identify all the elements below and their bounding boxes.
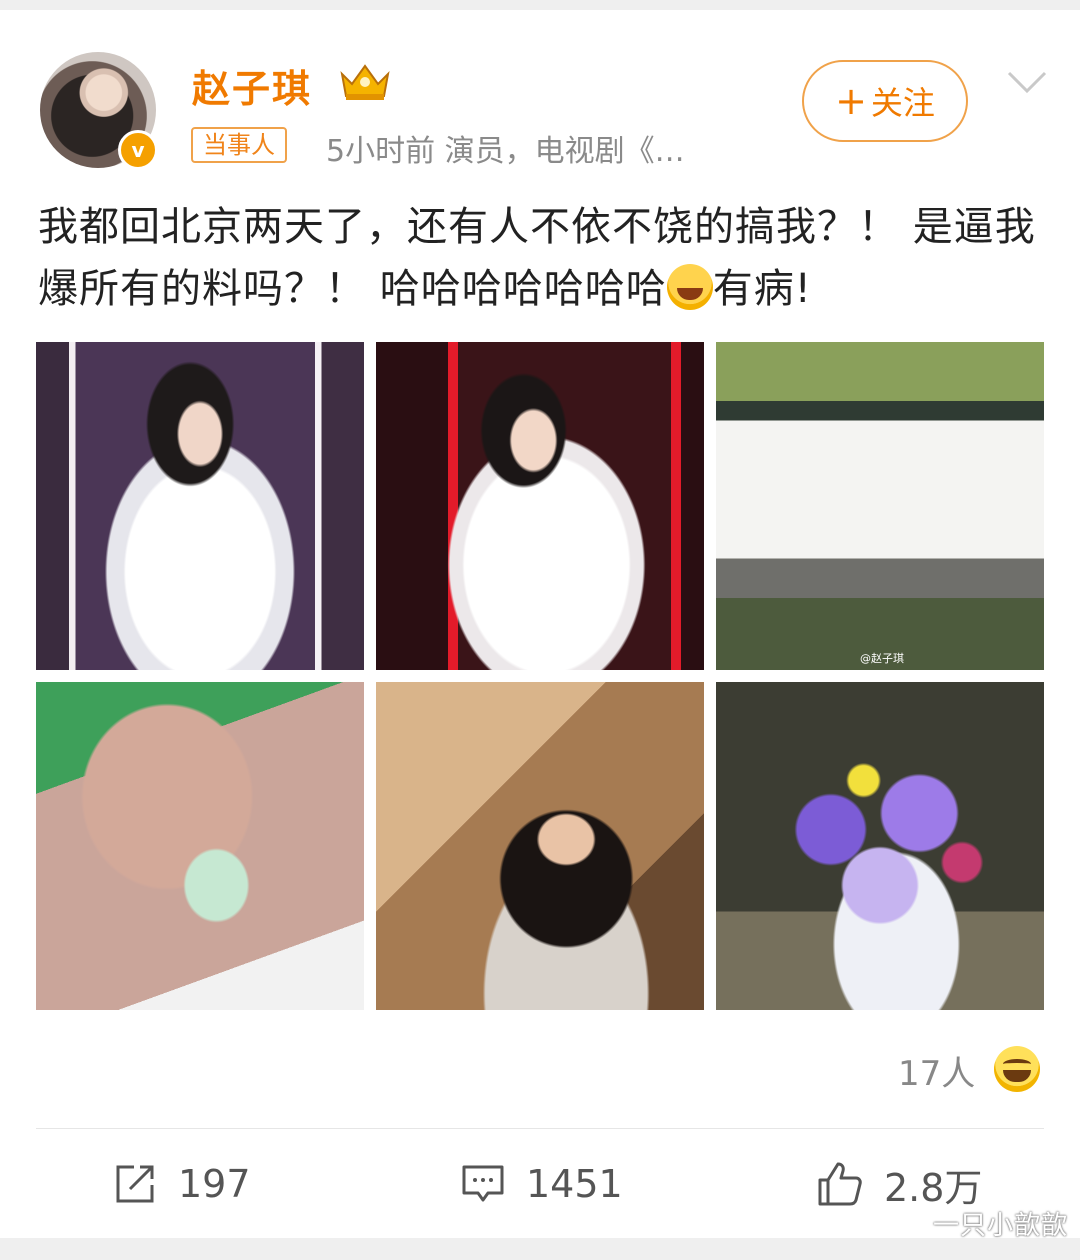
post-text: 我都回北京两天了，还有人不依不饶的搞我？！ 是逼我爆所有的料吗？！ 哈哈哈哈哈哈… (38, 196, 1048, 320)
photo-grid: @赵子琪 (36, 342, 1044, 1010)
divider (36, 1128, 1044, 1129)
photo-flowers[interactable] (716, 682, 1044, 1010)
like-button[interactable]: 2.8万 (816, 1156, 982, 1212)
verified-badge-icon: v (118, 130, 158, 170)
reaction-count[interactable]: 17人 (898, 1046, 975, 1095)
photo-portrait[interactable] (376, 682, 704, 1010)
plus-icon: + (835, 79, 867, 123)
photo-watermark: @赵子琪 (860, 652, 904, 665)
username[interactable]: 赵子琪 (192, 58, 312, 113)
crown-icon (340, 64, 390, 100)
repost-icon (116, 1165, 154, 1203)
post-text-main: 我都回北京两天了，还有人不依不饶的搞我？！ 是逼我爆所有的料吗？！ 哈哈哈哈哈哈… (38, 204, 1036, 312)
comment-icon (462, 1165, 504, 1202)
photo-stage-1[interactable] (36, 342, 364, 670)
like-icon (818, 1162, 862, 1206)
repost-count: 197 (178, 1162, 251, 1206)
status-badge: 当事人 (191, 127, 287, 163)
post-text-end: 有病! (712, 266, 812, 312)
grin-icon[interactable] (994, 1046, 1040, 1092)
repost-button[interactable]: 197 (112, 1156, 251, 1212)
post-meta: 5小时前 演员，电视剧《… (326, 134, 685, 169)
follow-button[interactable]: + 关注 (802, 60, 968, 142)
top-bar (0, 0, 1080, 10)
follow-label: 关注 (870, 84, 935, 122)
footer-watermark: 一只小歆歆 (932, 1211, 1068, 1241)
laugh-cry-emoji (666, 264, 713, 310)
like-count: 2.8万 (884, 1165, 983, 1210)
comment-count: 1451 (526, 1162, 623, 1206)
comment-button[interactable]: 1451 (460, 1156, 623, 1212)
bottom-bar (0, 1238, 1080, 1260)
chevron-down-icon[interactable] (1006, 68, 1048, 96)
photo-bamboo-garden[interactable]: @赵子琪 (716, 342, 1044, 670)
photo-stage-2[interactable] (376, 342, 704, 670)
photo-jade-pendant[interactable] (36, 682, 364, 1010)
